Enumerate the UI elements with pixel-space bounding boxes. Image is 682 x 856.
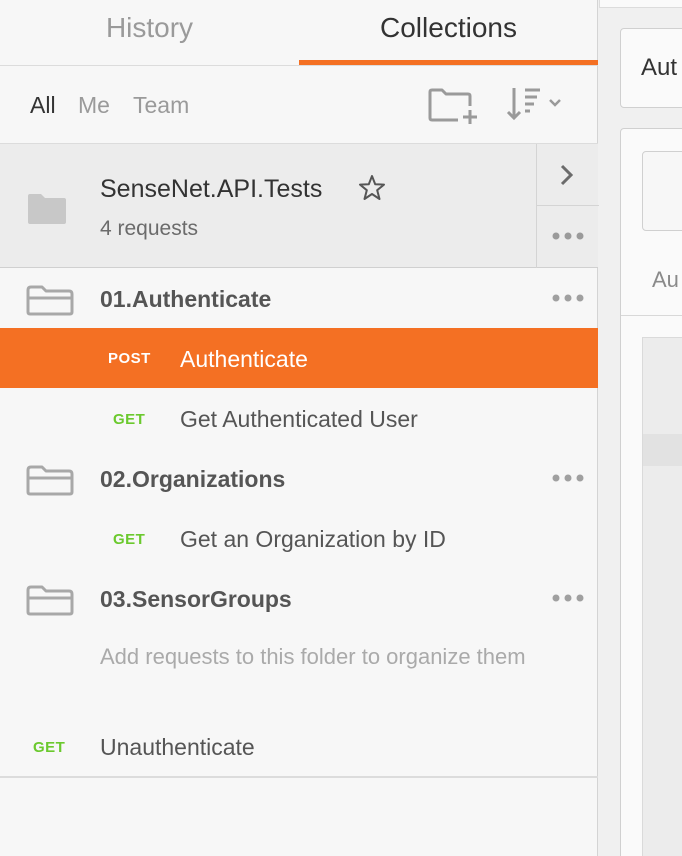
collection-header[interactable]: SenseNet.API.Tests 4 requests <box>0 144 599 268</box>
folder-icon <box>26 585 74 616</box>
request-tab-label: Aut <box>641 54 678 81</box>
tab-history-label: History <box>105 12 194 43</box>
tab-history[interactable]: History <box>0 0 299 66</box>
request-row-get-authenticated-user[interactable]: GET Get Authenticated User <box>0 388 598 448</box>
folder-icon <box>26 465 74 496</box>
request-name: Get Authenticated User <box>180 406 418 432</box>
collections-sidebar: History Collections All Me Team SenseNet… <box>0 0 599 856</box>
collection-name: SenseNet.API.Tests <box>100 175 323 203</box>
request-tab[interactable]: Aut <box>620 28 682 108</box>
method-badge: POST <box>108 350 151 367</box>
request-name: Unauthenticate <box>100 734 255 760</box>
request-row-authenticate[interactable]: POST Authenticate <box>0 328 598 388</box>
sort-icon[interactable] <box>506 84 564 124</box>
collection-actions <box>536 144 599 268</box>
folder-name: 02.Organizations <box>100 466 286 492</box>
folder-icon <box>26 285 74 316</box>
tab-collections[interactable]: Collections <box>299 0 598 66</box>
method-badge: GET <box>113 411 146 428</box>
folder-more-icon[interactable] <box>550 292 586 304</box>
collection-folder-icon <box>28 194 66 224</box>
folder-name: 01.Authenticate <box>100 286 272 312</box>
expand-collection-button[interactable] <box>537 144 599 205</box>
request-row-unauthenticate[interactable]: GET Unauthenticate <box>0 716 598 776</box>
request-name: Get an Organization by ID <box>180 526 446 552</box>
active-tab-indicator <box>299 60 598 65</box>
collection-more-button[interactable] <box>537 206 599 268</box>
folder-row-organizations[interactable]: 02.Organizations <box>0 448 598 508</box>
request-row-get-organization[interactable]: GET Get an Organization by ID <box>0 508 598 568</box>
list-end-divider <box>0 776 598 778</box>
filter-bar: All Me Team <box>0 66 598 144</box>
collection-request-count: 4 requests <box>100 217 199 240</box>
request-panel: Au <box>620 128 682 856</box>
chevron-right-icon <box>560 164 574 186</box>
editor-area[interactable] <box>642 337 682 856</box>
auth-tab-label[interactable]: Au <box>652 267 679 293</box>
tab-strip <box>599 0 682 8</box>
folder-name: 03.SensorGroups <box>100 586 292 612</box>
star-icon[interactable] <box>358 174 386 202</box>
new-folder-icon[interactable] <box>428 84 480 124</box>
divider <box>621 315 682 316</box>
folder-row-authenticate[interactable]: 01.Authenticate <box>0 268 598 328</box>
folder-more-icon[interactable] <box>550 592 586 604</box>
tab-collections-label: Collections <box>380 12 517 43</box>
filter-me[interactable]: Me <box>78 92 110 118</box>
request-name: Authenticate <box>180 346 308 372</box>
sidebar-tabs: History Collections <box>0 0 598 66</box>
folder-more-icon[interactable] <box>550 472 586 484</box>
method-badge: GET <box>113 531 146 548</box>
folder-row-sensorgroups[interactable]: 03.SensorGroups <box>0 568 598 628</box>
method-badge: GET <box>33 739 66 756</box>
more-dots-icon <box>552 232 584 240</box>
url-input[interactable] <box>642 151 682 231</box>
filter-team[interactable]: Team <box>133 92 189 118</box>
empty-folder-hint: Add requests to this folder to organize … <box>100 644 526 669</box>
filter-all[interactable]: All <box>30 92 56 118</box>
main-workspace: Aut Au <box>599 0 682 856</box>
editor-row <box>643 434 682 466</box>
